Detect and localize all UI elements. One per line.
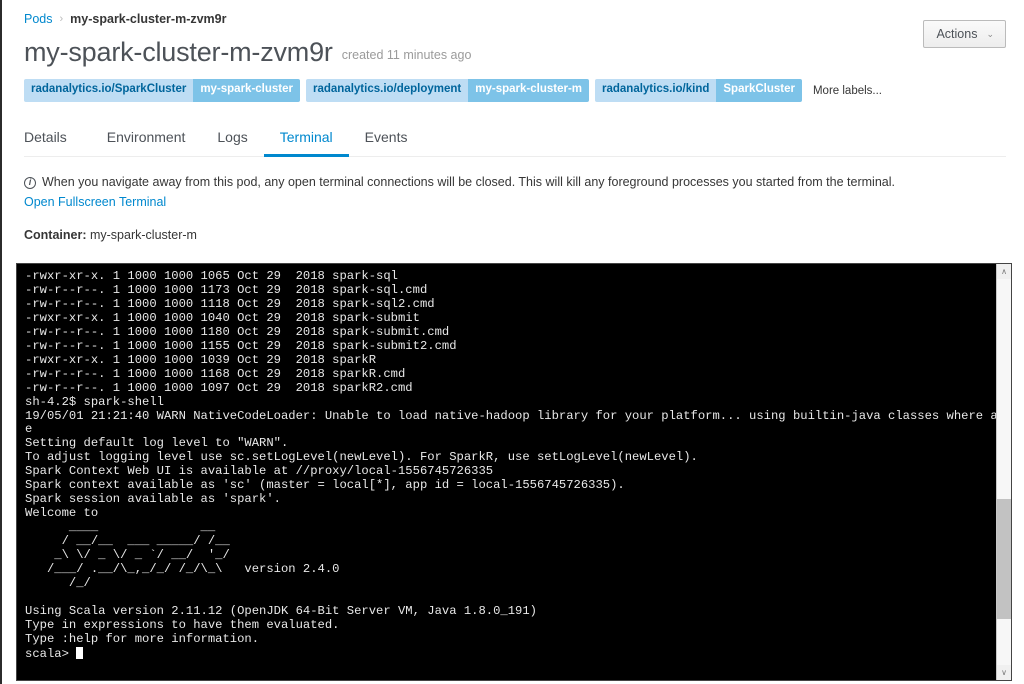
tab-bar: Details Environment Logs Terminal Events <box>24 121 1006 157</box>
scrollbar-track[interactable] <box>997 279 1011 665</box>
label-chip[interactable]: radanalytics.io/deployment my-spark-clus… <box>306 79 589 102</box>
info-icon <box>24 176 36 189</box>
terminal-prompt: scala> <box>25 646 69 661</box>
container-info: Container: my-spark-cluster-m <box>2 209 1024 242</box>
chevron-down-icon: ⌄ <box>986 28 994 39</box>
actions-button-label: Actions <box>936 27 978 41</box>
open-fullscreen-terminal-link[interactable]: Open Fullscreen Terminal <box>2 189 1024 209</box>
pod-detail-page: Pods › my-spark-cluster-m-zvm9r my-spark… <box>0 0 1024 684</box>
breadcrumb: Pods › my-spark-cluster-m-zvm9r <box>2 0 1024 26</box>
scrollbar-thumb[interactable] <box>997 499 1011 619</box>
breadcrumb-separator-icon: › <box>59 13 64 25</box>
terminal-panel: -rwxr-xr-x. 1 1000 1000 1065 Oct 29 2018… <box>16 263 1012 681</box>
breadcrumb-current: my-spark-cluster-m-zvm9r <box>70 12 227 26</box>
label-chip[interactable]: radanalytics.io/kind SparkCluster <box>595 79 802 102</box>
breadcrumb-link-pods[interactable]: Pods <box>24 12 53 26</box>
label-chip-value: my-spark-cluster-m <box>468 79 589 102</box>
label-list: radanalytics.io/SparkCluster my-spark-cl… <box>2 66 1024 102</box>
scroll-up-icon[interactable]: ∧ <box>997 264 1011 279</box>
terminal-output[interactable]: -rwxr-xr-x. 1 1000 1000 1065 Oct 29 2018… <box>17 264 996 680</box>
terminal-text: -rwxr-xr-x. 1 1000 1000 1065 Oct 29 2018… <box>25 269 996 646</box>
label-chip-key: radanalytics.io/deployment <box>306 79 469 102</box>
title-row: my-spark-cluster-m-zvm9r created 11 minu… <box>2 20 1024 67</box>
terminal-scrollbar[interactable]: ∧ ∨ <box>996 264 1011 680</box>
container-name: my-spark-cluster-m <box>89 227 197 242</box>
created-timestamp: created 11 minutes ago <box>341 48 472 63</box>
tab-terminal[interactable]: Terminal <box>263 121 349 157</box>
terminal-notice-text: When you navigate away from this pod, an… <box>42 174 895 189</box>
scroll-down-icon[interactable]: ∨ <box>997 665 1011 680</box>
label-chip-key: radanalytics.io/SparkCluster <box>24 79 194 102</box>
tab-environment[interactable]: Environment <box>91 121 202 157</box>
tab-details[interactable]: Details <box>24 121 83 157</box>
tab-logs[interactable]: Logs <box>201 121 263 157</box>
container-label: Container: <box>24 227 87 242</box>
terminal-notice: When you navigate away from this pod, an… <box>2 157 1024 189</box>
page-title: my-spark-cluster-m-zvm9r <box>24 37 333 67</box>
tab-events[interactable]: Events <box>349 121 424 157</box>
label-chip-key: radanalytics.io/kind <box>595 79 717 102</box>
label-chip-value: my-spark-cluster <box>193 79 300 102</box>
terminal-cursor <box>76 646 84 659</box>
label-chip-value: SparkCluster <box>716 79 802 102</box>
more-labels-link[interactable]: More labels... <box>813 85 882 97</box>
label-chip[interactable]: radanalytics.io/SparkCluster my-spark-cl… <box>24 79 300 102</box>
actions-button[interactable]: Actions ⌄ <box>923 20 1006 48</box>
